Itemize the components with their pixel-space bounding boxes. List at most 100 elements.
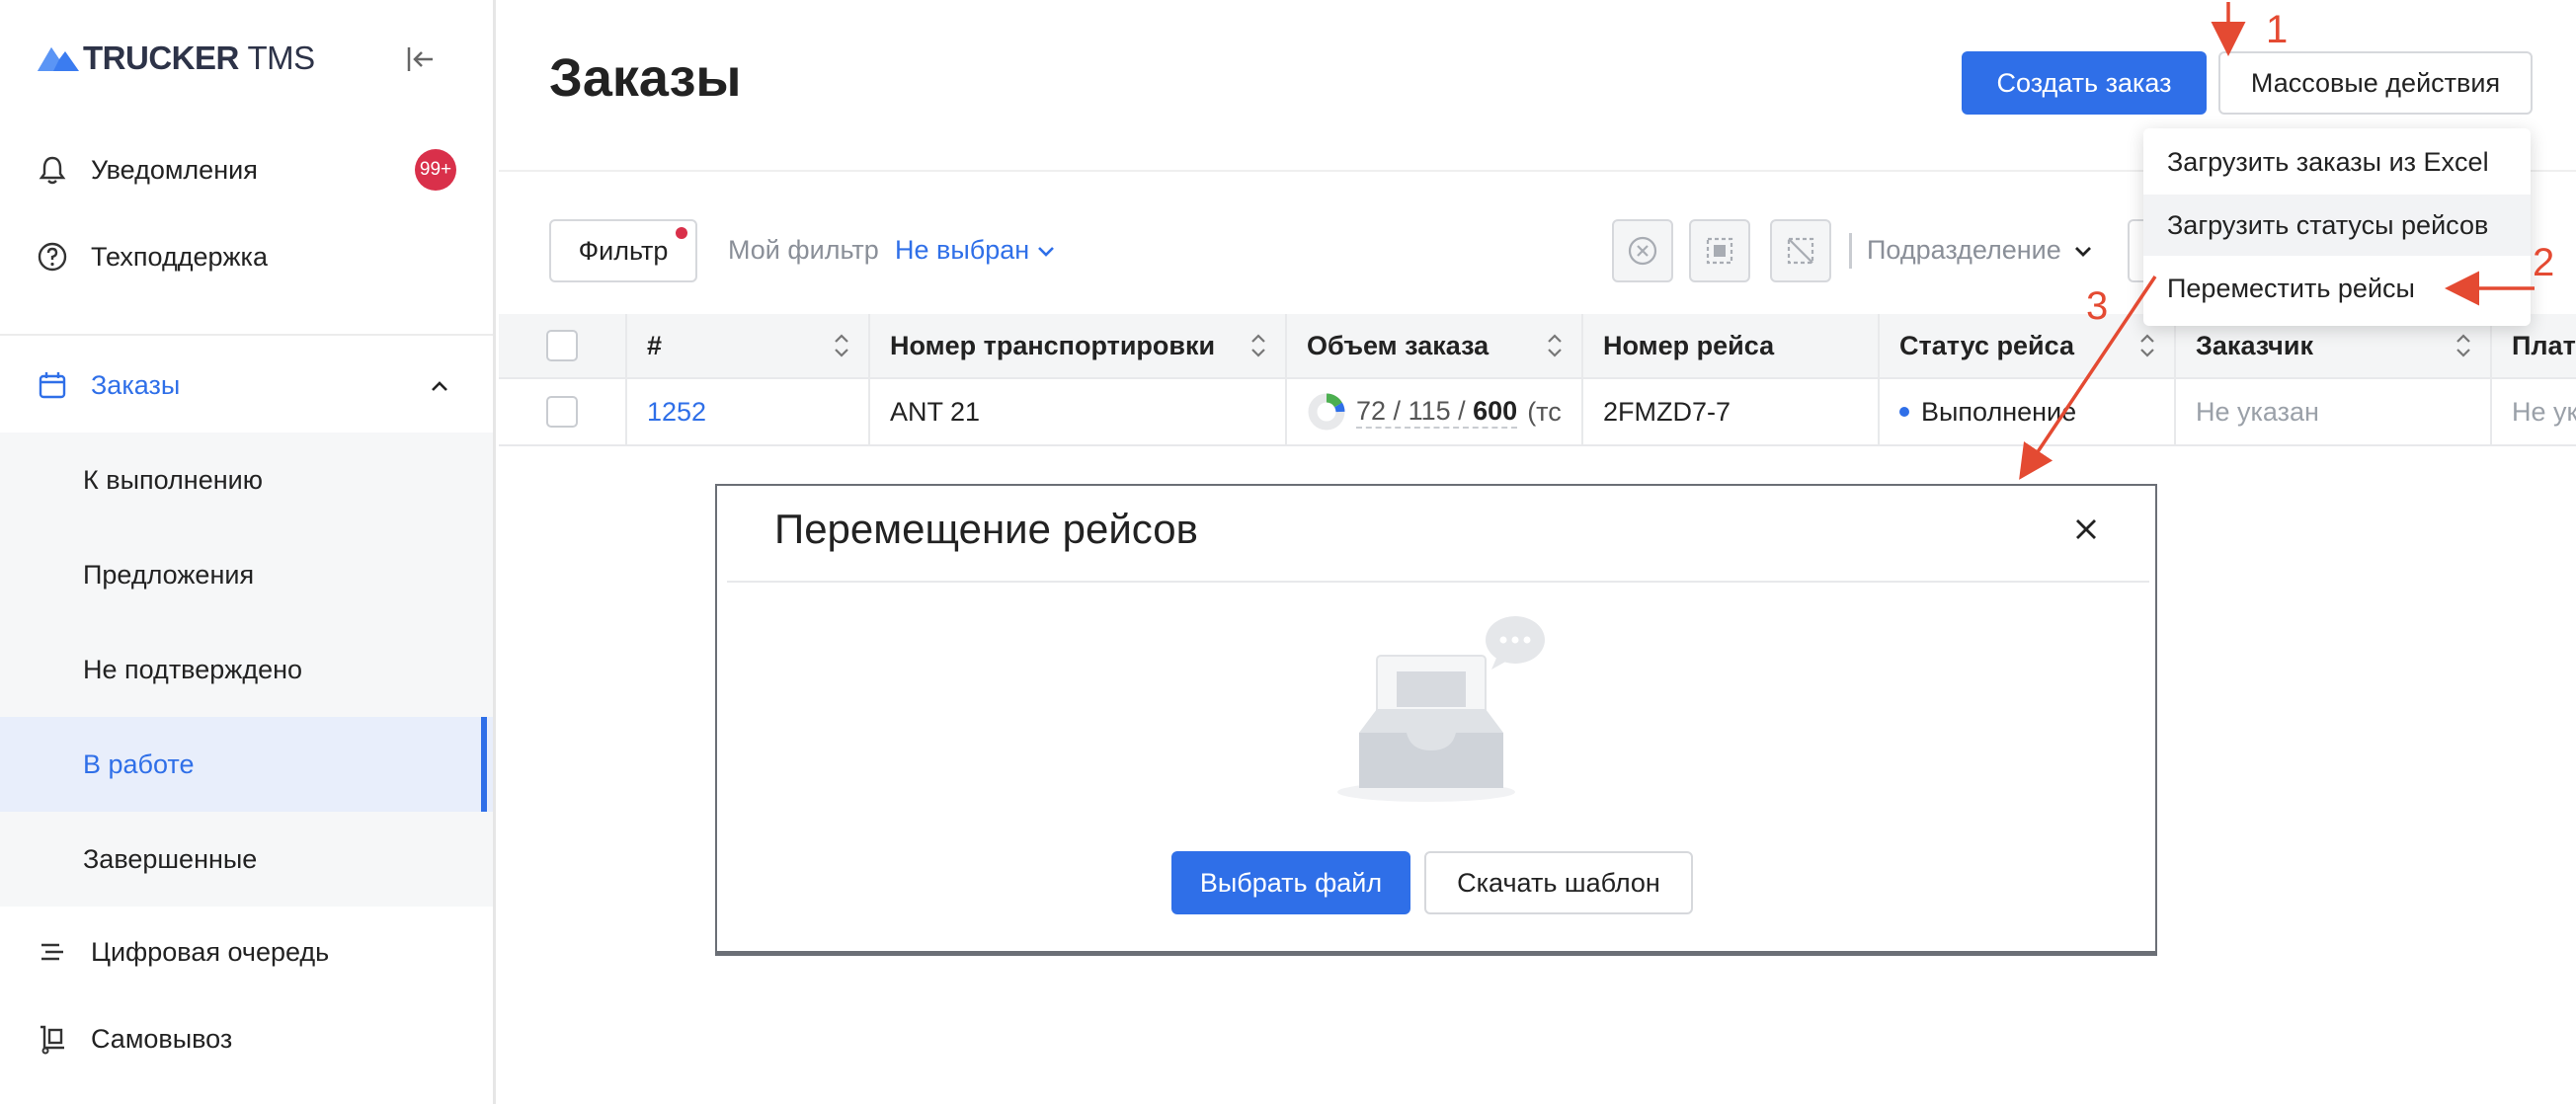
queue-icon xyxy=(41,943,63,961)
modal-divider xyxy=(727,581,2149,583)
choose-file-button[interactable]: Выбрать файл xyxy=(1171,851,1410,914)
column-header-status[interactable]: Статус рейса xyxy=(1880,314,2176,377)
toolbar-separator xyxy=(1849,233,1852,269)
table-row[interactable]: 1252 ANT 21 72 / 115 / 600 (тс 2FMZD7-7 … xyxy=(499,379,2576,446)
move-trips-modal: Перемещение рейсов Выбрать файл Скачать … xyxy=(715,484,2157,956)
sidebar-item-orders[interactable]: Заказы xyxy=(0,350,493,421)
sort-icon xyxy=(1251,334,1265,357)
modal-bottom-border xyxy=(717,951,2155,954)
logo[interactable]: TRUCKER TMS xyxy=(38,39,315,77)
chevron-down-icon xyxy=(1038,246,1055,257)
sidebar: TRUCKER TMS Уведомления 99+ Техподдержка xyxy=(0,0,496,1104)
modal-title: Перемещение рейсов xyxy=(774,506,1198,552)
annotation-number-1: 1 xyxy=(2266,8,2289,51)
notification-badge: 99+ xyxy=(415,149,456,191)
column-header-transport[interactable]: Номер транспортировки xyxy=(870,314,1287,377)
column-header-trip[interactable]: Номер рейса xyxy=(1583,314,1880,377)
volume-unit: (тс xyxy=(1527,396,1562,427)
sidebar-subitem-label: Предложения xyxy=(83,559,255,590)
clear-selection-button[interactable] xyxy=(1612,219,1673,282)
column-header-label: Плате xyxy=(2512,330,2576,360)
sidebar-subitem-unconfirmed[interactable]: Не подтверждено xyxy=(0,622,493,717)
sidebar-item-label: Уведомления xyxy=(91,154,258,185)
sidebar-subitem-completed[interactable]: Завершенные xyxy=(0,812,493,907)
sort-icon xyxy=(2456,334,2470,357)
cell-status: Выполнение xyxy=(1880,379,2176,444)
sidebar-item-label: Самовывоз xyxy=(91,1023,233,1054)
column-header-label: Статус рейса xyxy=(1899,330,2074,360)
volume-progress-ring xyxy=(1308,393,1345,431)
subdivision-label: Подразделение xyxy=(1867,235,2061,265)
close-icon[interactable] xyxy=(2070,513,2102,545)
sidebar-subitem-to-do[interactable]: К выполнению xyxy=(0,433,493,527)
hand-truck-icon xyxy=(40,1025,64,1055)
column-header-label: Заказчик xyxy=(2196,330,2313,360)
status-dot xyxy=(1899,407,1909,417)
row-checkbox-cell xyxy=(499,379,627,444)
sidebar-subitem-label: Завершенные xyxy=(83,843,258,874)
filter-button[interactable]: Фильтр xyxy=(549,219,697,282)
mass-actions-button[interactable]: Массовые действия xyxy=(2218,51,2533,115)
select-all-button[interactable] xyxy=(1689,219,1750,282)
page-title: Заказы xyxy=(549,48,742,108)
column-header-label: Объем заказа xyxy=(1307,330,1489,360)
sidebar-item-notifications[interactable]: Уведомления 99+ xyxy=(0,134,493,205)
mountain-logo-icon xyxy=(38,47,79,71)
deselect-icon xyxy=(1787,237,1814,265)
logo-text: TRUCKER TMS xyxy=(83,39,315,76)
sidebar-item-label: Цифровая очередь xyxy=(91,936,330,967)
collapse-sidebar-icon[interactable] xyxy=(403,41,439,77)
cell-transport: ANT 21 xyxy=(870,379,1287,444)
sort-icon xyxy=(1548,334,1562,357)
mass-actions-dropdown: Загрузить заказы из Excel Загрузить стат… xyxy=(2143,128,2531,326)
chevron-down-icon xyxy=(2074,246,2091,257)
create-order-button[interactable]: Создать заказ xyxy=(1962,51,2207,115)
select-all-checkbox-cell xyxy=(499,314,627,377)
column-header-id[interactable]: # xyxy=(627,314,870,377)
my-filter-label: Мой фильтр xyxy=(728,235,879,265)
cell-trip: 2FMZD7-7 xyxy=(1583,379,1880,444)
sidebar-item-support[interactable]: Техподдержка xyxy=(0,221,493,292)
column-header-label: Номер рейса xyxy=(1603,330,1775,360)
download-template-button[interactable]: Скачать шаблон xyxy=(1424,851,1693,914)
select-all-icon xyxy=(1706,237,1733,265)
close-circle-icon xyxy=(1628,236,1657,266)
menu-item-upload-orders-excel[interactable]: Загрузить заказы из Excel xyxy=(2143,131,2531,193)
my-filter-value: Не выбран xyxy=(895,235,1030,265)
sidebar-item-label: Техподдержка xyxy=(91,241,268,272)
help-icon xyxy=(38,242,67,272)
sidebar-item-digital-queue[interactable]: Цифровая очередь xyxy=(0,916,493,987)
sidebar-subitem-label: В работе xyxy=(83,749,195,779)
column-header-label: Номер транспортировки xyxy=(890,330,1216,360)
calendar-icon xyxy=(39,372,66,399)
sidebar-subitem-offers[interactable]: Предложения xyxy=(0,527,493,622)
sidebar-subitem-label: Не подтверждено xyxy=(83,654,303,684)
chevron-up-icon[interactable] xyxy=(429,375,450,397)
cell-order-id: 1252 xyxy=(627,379,870,444)
sort-icon xyxy=(835,334,848,357)
order-id-link[interactable]: 1252 xyxy=(647,397,706,428)
sidebar-divider xyxy=(0,334,493,336)
column-header-label: # xyxy=(647,330,663,360)
cell-volume: 72 / 115 / 600 (тс xyxy=(1287,379,1583,444)
cell-payer: Не ук xyxy=(2512,396,2576,427)
select-all-checkbox[interactable] xyxy=(546,330,578,361)
sidebar-item-pickup[interactable]: Самовывоз xyxy=(0,1003,493,1074)
sidebar-item-label: Заказы xyxy=(91,369,181,400)
subdivision-select[interactable]: Подразделение xyxy=(1867,235,2095,266)
empty-inbox-illustration-icon xyxy=(1337,616,1545,802)
sidebar-subitem-in-progress[interactable]: В работе xyxy=(0,717,493,812)
volume-values[interactable]: 72 / 115 / 600 xyxy=(1356,396,1518,429)
bell-icon xyxy=(39,156,66,185)
my-filter-select[interactable]: Не выбран xyxy=(895,235,1057,266)
deselect-button[interactable] xyxy=(1770,219,1831,282)
menu-item-upload-trip-statuses[interactable]: Загрузить статусы рейсов xyxy=(2143,195,2531,256)
sidebar-subitem-label: К выполнению xyxy=(83,464,263,495)
filter-button-label: Фильтр xyxy=(578,235,669,266)
row-checkbox[interactable] xyxy=(546,396,578,428)
annotation-number-3: 3 xyxy=(2086,284,2109,328)
annotation-number-2: 2 xyxy=(2533,241,2555,284)
sort-icon xyxy=(2140,334,2154,357)
menu-item-move-trips[interactable]: Переместить рейсы xyxy=(2143,258,2531,319)
column-header-volume[interactable]: Объем заказа xyxy=(1287,314,1583,377)
